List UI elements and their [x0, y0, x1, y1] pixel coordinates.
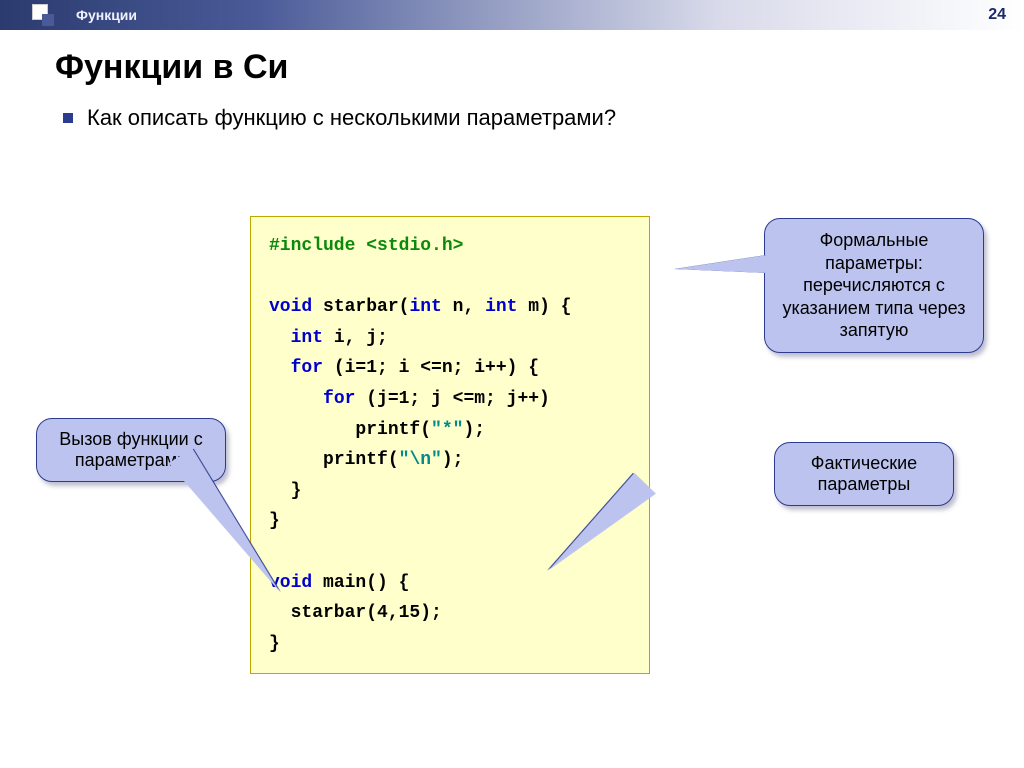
code-token: printf( — [323, 450, 399, 470]
code-token: starbar( — [312, 297, 409, 317]
topbar: Функции 24 — [0, 0, 1024, 30]
code-token: (j=1; j <=m; j++) — [355, 389, 549, 409]
content: Функции в Си Как описать функцию с неско… — [0, 30, 1024, 131]
callout-function-call: Вызов функции с параметрами — [36, 418, 226, 482]
bullet-text: Как описать функцию с несколькими параме… — [87, 105, 616, 131]
code-token: } — [269, 511, 280, 531]
page-title: Функции в Си — [55, 48, 969, 87]
code-token: n, — [442, 297, 485, 317]
code-token: } — [269, 634, 280, 654]
code-token: for — [323, 389, 355, 409]
slide-number: 24 — [988, 6, 1006, 24]
code-token: "*" — [431, 420, 463, 440]
callout-formal-params: Формальные параметры: перечисляются с ук… — [764, 218, 984, 353]
code-token: m) { — [517, 297, 571, 317]
code-token: "\n" — [399, 450, 442, 470]
callout-actual-params: Фактические параметры — [774, 442, 954, 506]
callout-text: Фактические параметры — [811, 453, 917, 494]
callout-tail-icon — [675, 255, 767, 273]
code-token: int — [409, 297, 441, 317]
code-token: <stdio.h> — [366, 236, 463, 256]
code-token: (i=1; i <=n; i++) { — [323, 358, 539, 378]
bullet-square-icon — [63, 113, 73, 123]
breadcrumb: Функции — [76, 7, 137, 23]
code-token: for — [291, 358, 323, 378]
code-token: printf( — [355, 420, 431, 440]
bullet-item: Как описать функцию с несколькими параме… — [63, 105, 969, 131]
code-token: void — [269, 297, 312, 317]
code-token: int — [485, 297, 517, 317]
logo-squares-icon — [32, 4, 56, 28]
callout-text: Формальные параметры: перечисляются с ук… — [782, 230, 965, 340]
code-token: ); — [463, 420, 485, 440]
code-token: starbar(4,15); — [269, 603, 442, 623]
code-block: #include <stdio.h> void starbar(int n, i… — [250, 216, 650, 674]
code-token: main() { — [312, 573, 409, 593]
code-token: i, j; — [323, 328, 388, 348]
code-token: int — [291, 328, 323, 348]
code-token: } — [291, 481, 302, 501]
code-token: ); — [442, 450, 464, 470]
code-token: #include — [269, 236, 355, 256]
